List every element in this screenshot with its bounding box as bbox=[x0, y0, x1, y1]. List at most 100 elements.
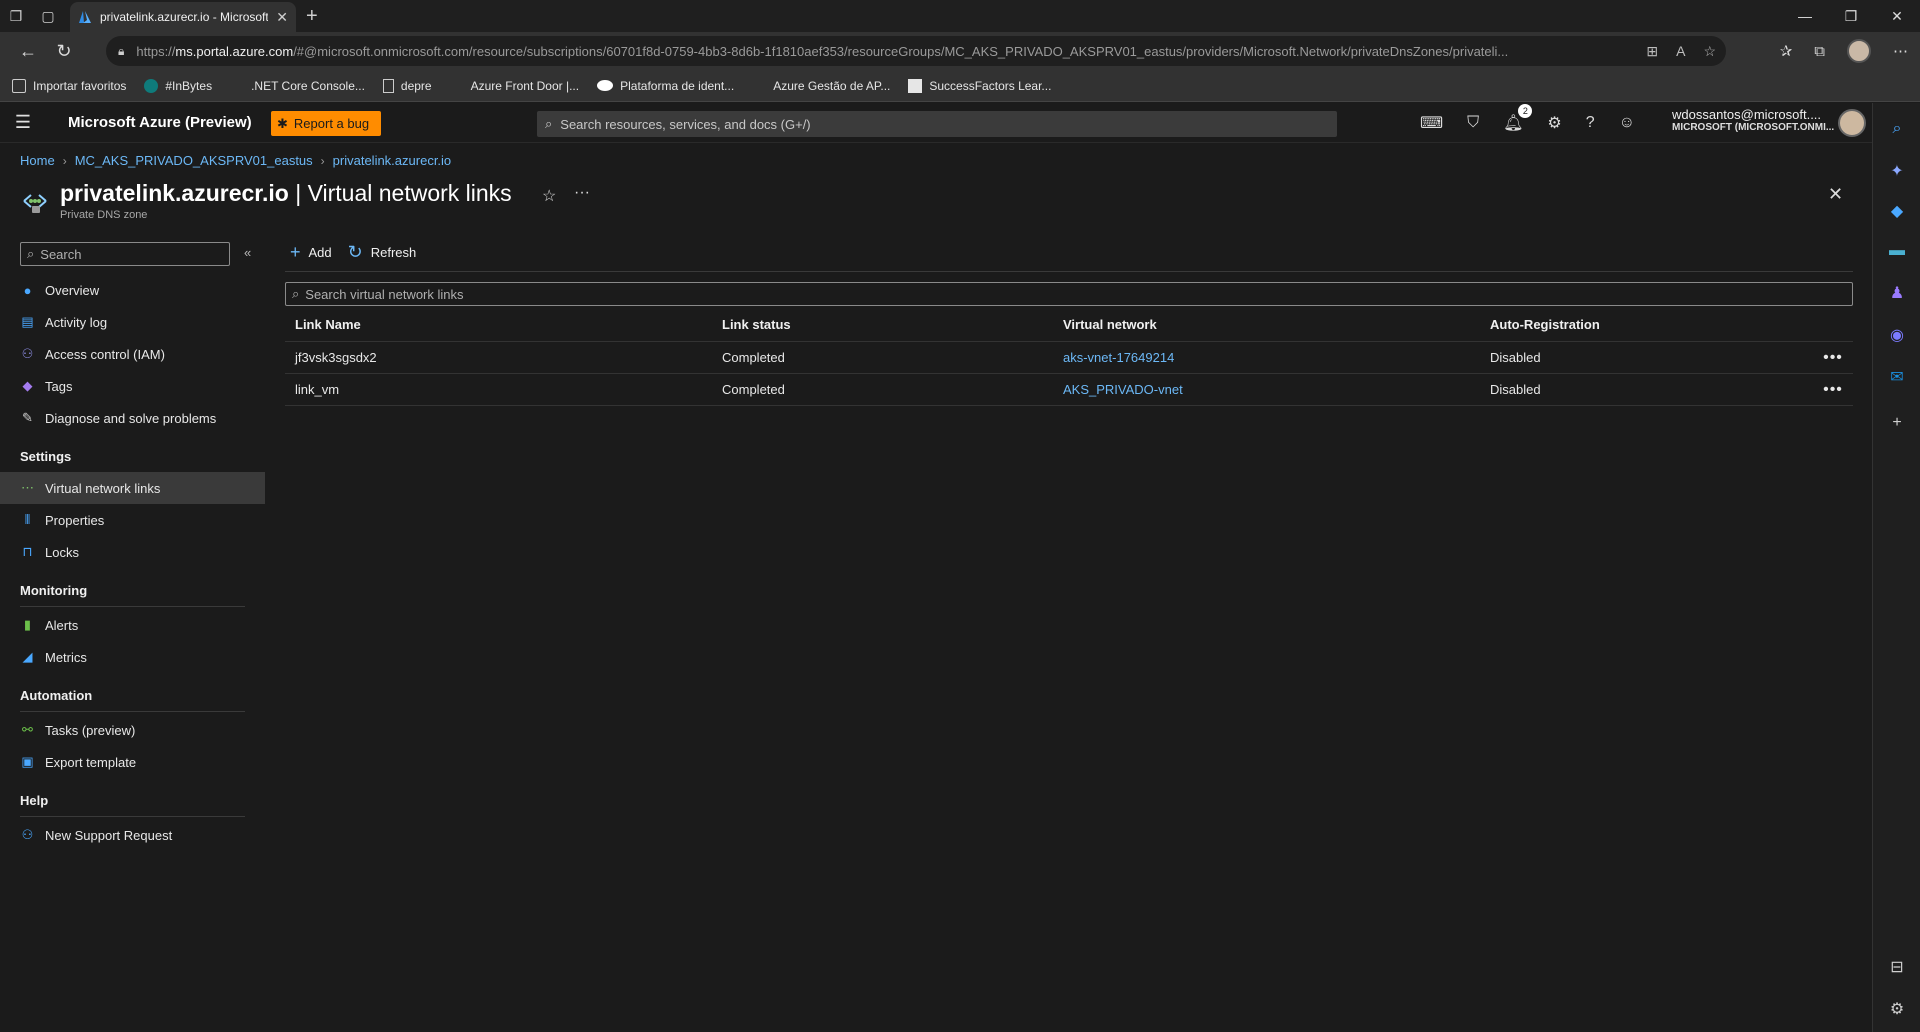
breadcrumb-home[interactable]: Home bbox=[20, 153, 55, 168]
menu-item-overview[interactable]: ● Overview bbox=[0, 274, 265, 306]
menu-item-metrics[interactable]: ◢ Metrics bbox=[0, 641, 265, 673]
address-bar[interactable]: 🔒︎ https://ms.portal.azure.com/#@microso… bbox=[106, 36, 1726, 66]
breadcrumb-resource[interactable]: privatelink.azurecr.io bbox=[333, 153, 452, 168]
more-options-icon[interactable]: ··· bbox=[574, 184, 590, 202]
notification-badge: 2 bbox=[1518, 104, 1533, 118]
search-icon[interactable]: ⌕ bbox=[1873, 117, 1920, 141]
games-icon[interactable]: ♟ bbox=[1873, 281, 1920, 305]
close-tab-icon[interactable]: ✕ bbox=[276, 9, 288, 26]
page-header: privatelink.azurecr.io | Virtual network… bbox=[20, 180, 512, 221]
add-icon[interactable]: + bbox=[1873, 411, 1920, 435]
bookmark-item[interactable]: Azure Gestão de AP... bbox=[752, 79, 890, 93]
refresh-button[interactable]: ↻ Refresh bbox=[348, 242, 417, 263]
restore-icon[interactable]: ❐ bbox=[1828, 0, 1874, 32]
collections-icon[interactable]: ⧉ bbox=[1814, 43, 1825, 60]
gear-icon[interactable]: ⚙ bbox=[1547, 113, 1561, 133]
cloud-shell-icon[interactable]: ⌨ bbox=[1420, 113, 1443, 133]
settings-more-icon[interactable]: ⋯ bbox=[1893, 42, 1908, 60]
menu-item-diagnose[interactable]: ✎ Diagnose and solve problems bbox=[0, 402, 265, 434]
browser-tab[interactable]: privatelink.azurecr.io - Microsoft ✕ bbox=[70, 2, 296, 32]
favorite-star-icon[interactable]: ☆ bbox=[542, 186, 556, 206]
menu-item-alerts[interactable]: ▮ Alerts bbox=[0, 609, 265, 641]
microsoft-logo bbox=[450, 79, 464, 93]
column-header[interactable]: Auto-Registration bbox=[1480, 317, 1813, 332]
divider bbox=[20, 606, 245, 607]
portal-brand[interactable]: Microsoft Azure (Preview) bbox=[68, 114, 252, 131]
url-text[interactable]: https://ms.portal.azure.com/#@microsoft.… bbox=[136, 44, 1596, 59]
menu-item-iam[interactable]: ⚇ Access control (IAM) bbox=[0, 338, 265, 370]
outlook-icon[interactable]: ✉ bbox=[1873, 365, 1920, 389]
row-more-icon[interactable]: ••• bbox=[1813, 381, 1853, 399]
tab-title: privatelink.azurecr.io - Microsoft bbox=[100, 10, 269, 24]
read-aloud-icon[interactable]: A bbox=[1676, 43, 1685, 59]
menu-item-tags[interactable]: ◆ Tags bbox=[0, 370, 265, 402]
sidebar-toggle-icon[interactable]: ⊟ bbox=[1873, 955, 1920, 979]
menu-item-locks[interactable]: ⊓ Locks bbox=[0, 536, 265, 568]
bookmark-item[interactable]: #InBytes bbox=[144, 78, 212, 93]
plus-icon: + bbox=[290, 242, 301, 262]
vnet-link-icon: ⋯ bbox=[21, 480, 34, 495]
breadcrumb-resource-group[interactable]: MC_AKS_PRIVADO_AKSPRV01_eastus bbox=[75, 153, 313, 168]
virtual-network-link[interactable]: aks-vnet-17649214 bbox=[1053, 350, 1480, 365]
account-info[interactable]: wdossantos@microsoft.... MICROSOFT (MICR… bbox=[1672, 107, 1834, 133]
bookmark-item[interactable]: Azure Front Door |... bbox=[450, 79, 580, 93]
overview-icon: ● bbox=[23, 282, 32, 298]
links-search-input[interactable]: ⌕ Search virtual network links bbox=[285, 282, 1853, 306]
column-header[interactable]: Virtual network bbox=[1053, 317, 1480, 332]
padlock-icon[interactable]: 🔒︎ bbox=[118, 44, 124, 59]
import-icon bbox=[12, 78, 26, 93]
virtual-network-link[interactable]: AKS_PRIVADO-vnet bbox=[1053, 382, 1480, 397]
bookmark-item[interactable]: depre bbox=[382, 78, 432, 93]
column-header[interactable]: Link Name bbox=[285, 317, 712, 332]
bookmark-item[interactable]: SuccessFactors Lear... bbox=[908, 78, 1051, 93]
portal-menu-icon[interactable]: ☰ bbox=[0, 112, 46, 133]
back-icon[interactable]: ← bbox=[10, 33, 46, 69]
favorites-icon[interactable]: ✰ bbox=[1780, 42, 1793, 60]
shopping-tag-icon[interactable]: ◆ bbox=[1873, 199, 1920, 223]
row-more-icon[interactable]: ••• bbox=[1813, 349, 1853, 367]
help-icon[interactable]: ? bbox=[1586, 114, 1595, 132]
table-header: Link Name Link status Virtual network Au… bbox=[285, 308, 1853, 342]
lock-icon: ⊓ bbox=[22, 544, 33, 559]
refresh-icon: ↻ bbox=[347, 242, 363, 262]
menu-item-new-support-request[interactable]: ⚇ New Support Request bbox=[0, 819, 265, 851]
collapse-menu-icon[interactable]: « bbox=[244, 245, 251, 260]
feedback-icon[interactable]: ☺ bbox=[1619, 114, 1635, 132]
office-icon[interactable]: ◉ bbox=[1873, 323, 1920, 347]
new-tab-button[interactable]: + bbox=[306, 5, 318, 28]
add-favorite-icon[interactable]: ☆ bbox=[1703, 43, 1716, 60]
column-header[interactable]: Link status bbox=[712, 317, 1053, 332]
bookmark-item[interactable]: Importar favoritos bbox=[12, 78, 126, 93]
menu-item-export-template[interactable]: ▣ Export template bbox=[0, 746, 265, 778]
menu-item-virtual-network-links[interactable]: ⋯ Virtual network links bbox=[0, 472, 265, 504]
iam-icon: ⚇ bbox=[21, 346, 34, 361]
minimize-icon[interactable]: — bbox=[1782, 0, 1828, 32]
bookmark-item[interactable]: .NET Core Console... bbox=[230, 79, 365, 93]
gear-icon[interactable]: ⚙ bbox=[1873, 997, 1920, 1021]
table-row[interactable]: jf3vsk3sgsdx2 Completed aks-vnet-1764921… bbox=[285, 342, 1853, 374]
directory-filter-icon[interactable]: ⛉ bbox=[1467, 114, 1479, 132]
close-icon[interactable]: ✕ bbox=[1828, 184, 1843, 205]
tab-actions-icon[interactable]: ▢ bbox=[32, 0, 64, 32]
table-row[interactable]: link_vm Completed AKS_PRIVADO-vnet Disab… bbox=[285, 374, 1853, 406]
refresh-page-icon[interactable]: ↻ bbox=[46, 33, 82, 69]
menu-item-tasks[interactable]: ⚯ Tasks (preview) bbox=[0, 714, 265, 746]
notifications-icon[interactable]: 🔔︎ 2 bbox=[1503, 104, 1533, 133]
workspaces-icon[interactable]: ❐ bbox=[0, 0, 32, 32]
menu-search-input[interactable]: ⌕ Search bbox=[20, 242, 230, 266]
copilot-icon[interactable]: ✦ bbox=[1873, 159, 1920, 183]
profile-avatar[interactable] bbox=[1847, 39, 1871, 63]
global-search-input[interactable]: ⌕ Search resources, services, and docs (… bbox=[537, 111, 1337, 137]
menu-item-activity-log[interactable]: ▤ Activity log bbox=[0, 306, 265, 338]
window-controls: — ❐ ✕ bbox=[1782, 0, 1920, 32]
add-button[interactable]: + Add bbox=[290, 242, 332, 263]
avatar[interactable] bbox=[1838, 109, 1866, 137]
report-bug-button[interactable]: ✱ Report a bug bbox=[271, 111, 381, 136]
close-window-icon[interactable]: ✕ bbox=[1874, 0, 1920, 32]
tools-icon[interactable]: ▬ bbox=[1873, 239, 1920, 263]
bookmark-item[interactable]: Plataforma de ident... bbox=[597, 79, 734, 93]
menu-item-properties[interactable]: ⦀ Properties bbox=[0, 504, 265, 536]
user-email: wdossantos@microsoft.... bbox=[1672, 107, 1822, 122]
app-available-icon[interactable]: ⊞ bbox=[1646, 43, 1658, 60]
search-icon: ⌕ bbox=[545, 116, 553, 131]
